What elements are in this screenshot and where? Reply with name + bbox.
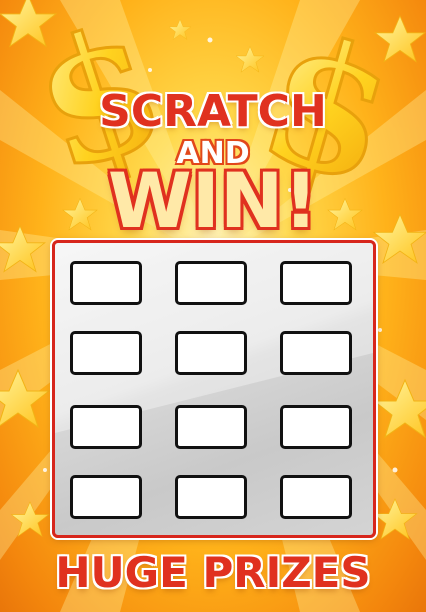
scratch-box[interactable]: [70, 261, 142, 305]
scratch-box[interactable]: [175, 405, 247, 449]
title-scratch: SCRATCH: [98, 85, 329, 139]
scratch-box[interactable]: [280, 261, 352, 305]
title-win: WIN!: [107, 156, 319, 245]
scratch-box[interactable]: [70, 475, 142, 519]
scratch-panel: [52, 240, 376, 538]
scratch-box[interactable]: [280, 405, 352, 449]
scratch-box[interactable]: [175, 331, 247, 375]
scratch-box[interactable]: [175, 475, 247, 519]
scratch-box[interactable]: [280, 331, 352, 375]
scratch-box[interactable]: [70, 405, 142, 449]
scratch-box[interactable]: [175, 261, 247, 305]
scratch-card: $ $ SCRATCH AND WIN! HUGE PRIZES: [0, 0, 426, 612]
scratch-box[interactable]: [280, 475, 352, 519]
huge-prizes-banner: HUGE PRIZES: [55, 548, 371, 597]
scratch-box[interactable]: [70, 331, 142, 375]
